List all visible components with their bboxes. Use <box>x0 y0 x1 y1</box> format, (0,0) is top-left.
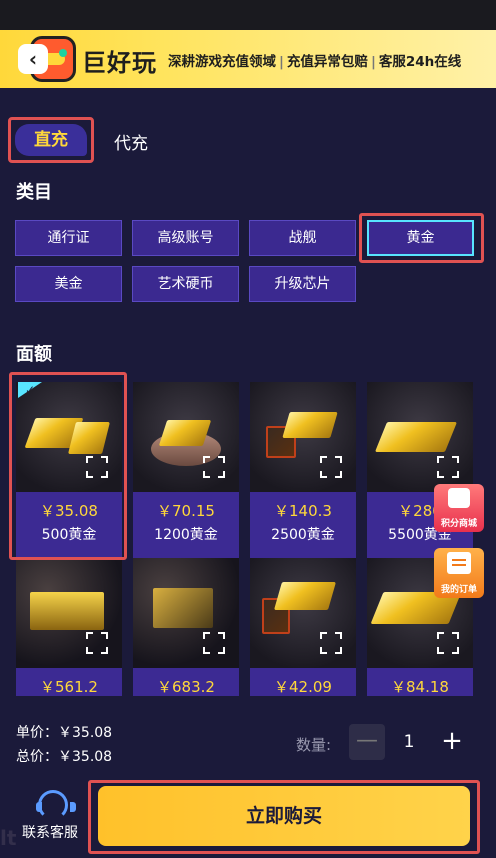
quantity-label: 数量: <box>296 736 332 754</box>
slogan-separator: | <box>279 54 284 70</box>
slogan-2: 充值异常包赔 <box>286 54 368 70</box>
watermark: lt <box>0 826 17 850</box>
denomination-card-42[interactable]: ￥42.09 <box>250 558 356 696</box>
price-row: ￥683.2 <box>133 668 239 696</box>
denomination-title: 面额 <box>16 344 52 365</box>
card-price: ￥70.15 <box>157 502 215 520</box>
expand-icon[interactable] <box>203 456 225 478</box>
slogan-3: 客服24h在线 <box>378 54 462 70</box>
category-premium-account[interactable]: 高级账号 <box>132 220 239 256</box>
unit-price: 单价：￥35.08 <box>16 725 113 741</box>
denomination-card-561[interactable]: ￥561.2 <box>16 558 122 696</box>
gold-crate-image <box>133 558 239 668</box>
my-orders-button[interactable]: 我的订单 <box>434 548 484 598</box>
quantity-increase-button[interactable]: + <box>436 724 468 760</box>
tab-direct[interactable]: 直充 <box>15 124 87 156</box>
category-dollars[interactable]: 美金 <box>15 266 122 302</box>
category-upgrade-chip[interactable]: 升级芯片 <box>249 266 356 302</box>
gold-bar-shape <box>374 422 458 452</box>
category-pass[interactable]: 通行证 <box>15 220 122 256</box>
price-row: ￥561.2 <box>16 668 122 696</box>
gold-chest-shape <box>30 592 104 630</box>
tab-direct-highlight: 直充 <box>8 117 94 163</box>
selected-card-annotation-box <box>9 372 127 560</box>
recharge-type-tabs: 直充 代充 <box>0 115 496 165</box>
card-price: ￥42.09 <box>274 678 332 696</box>
selection-annotation-box <box>359 213 484 263</box>
contact-service-label: 联系客服 <box>22 825 78 841</box>
buy-now-button[interactable]: 立即购买 <box>98 786 470 846</box>
expand-icon[interactable] <box>437 456 459 478</box>
price-row: ￥42.09 <box>250 668 356 696</box>
gold-bar-shape <box>158 420 212 446</box>
expand-icon[interactable] <box>86 632 108 654</box>
shopping-bag-icon <box>448 488 470 508</box>
slogan-separator: | <box>370 54 376 70</box>
denomination-card-2500[interactable]: ￥140.3 2500黄金 <box>250 382 356 558</box>
card-amount: 2500黄金 <box>271 527 335 543</box>
status-strip <box>0 0 496 30</box>
category-title: 类目 <box>16 182 52 203</box>
price-row: ￥84.18 <box>367 668 473 696</box>
back-button[interactable]: ‹ <box>18 44 48 74</box>
quantity-decrease-button[interactable]: — <box>349 724 385 760</box>
gold-crate-shape <box>153 588 213 628</box>
banner-slogan: 深耕游戏充值领域 | 充值异常包赔 | 客服24h在线 <box>168 50 461 70</box>
order-summary: 单价：￥35.08 总价：￥35.08 <box>0 698 496 778</box>
gold-bars-image <box>367 382 473 492</box>
category-art-coin[interactable]: 艺术硬币 <box>132 266 239 302</box>
card-price: ￥561.2 <box>40 678 98 696</box>
promo-banner: ‹ 巨好玩 深耕游戏充值领域 | 充值异常包赔 | 客服24h在线 <box>0 30 496 88</box>
slogan-1: 深耕游戏充值领域 <box>168 54 276 70</box>
card-amount: 1200黄金 <box>154 527 218 543</box>
card-price: ￥140.3 <box>274 502 332 520</box>
gold-bars-image <box>133 382 239 492</box>
contact-service-button[interactable]: 联系客服 <box>14 790 86 842</box>
denomination-card-683[interactable]: ￥683.2 <box>133 558 239 696</box>
card-price: ￥683.2 <box>157 678 215 696</box>
my-orders-label: 我的订单 <box>440 585 477 595</box>
denomination-card-1200[interactable]: ￥70.15 1200黄金 <box>133 382 239 558</box>
expand-icon[interactable] <box>203 632 225 654</box>
gold-chest-image <box>16 558 122 668</box>
expand-icon[interactable] <box>320 632 342 654</box>
gold-bars-image <box>250 382 356 492</box>
gold-bars-image <box>250 558 356 668</box>
points-mall-label: 积分商城 <box>440 519 477 529</box>
category-warship[interactable]: 战舰 <box>249 220 356 256</box>
price-row: ￥140.3 2500黄金 <box>250 492 356 558</box>
gold-bar-shape <box>282 412 338 438</box>
card-price: ￥84.18 <box>391 678 449 696</box>
gold-bar-shape <box>273 582 337 610</box>
brand-logo-text: 巨好玩 <box>82 49 157 77</box>
order-document-icon <box>447 552 471 574</box>
points-mall-button[interactable]: 积分商城 <box>434 484 484 532</box>
quantity-value[interactable]: 1 <box>398 732 420 752</box>
price-row: ￥70.15 1200黄金 <box>133 492 239 558</box>
expand-icon[interactable] <box>320 456 342 478</box>
headset-icon <box>35 790 76 820</box>
expand-icon[interactable] <box>437 632 459 654</box>
total-price: 总价：￥35.08 <box>16 749 113 765</box>
tab-proxy[interactable]: 代充 <box>114 129 148 154</box>
